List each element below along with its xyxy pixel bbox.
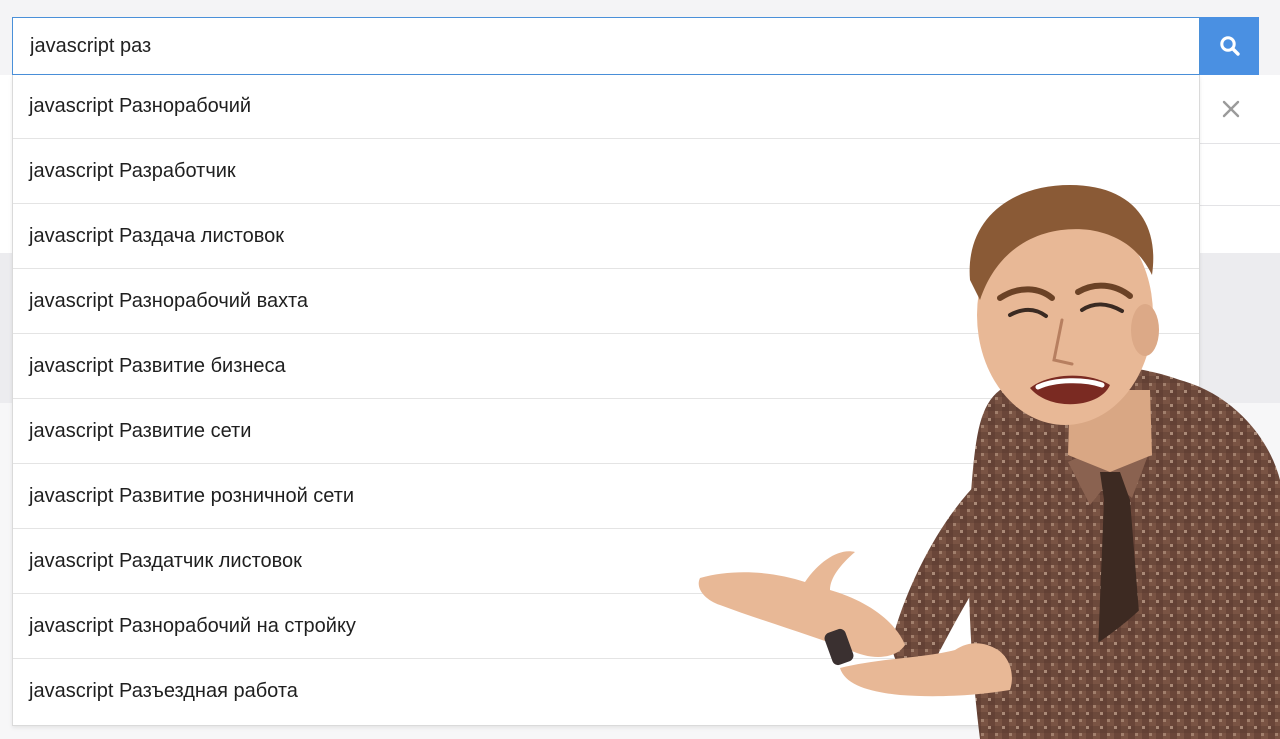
suggestion-item[interactable]: javascript Развитие бизнеса [13, 334, 1199, 399]
search-icon [1219, 36, 1240, 56]
suggestion-item[interactable]: javascript Развитие сети [13, 399, 1199, 464]
close-icon [1222, 100, 1240, 118]
search-input[interactable] [12, 17, 1200, 75]
autocomplete-dropdown: javascript Разнорабочий javascript Разра… [12, 75, 1200, 726]
suggestion-item[interactable]: javascript Разнорабочий на стройку [13, 594, 1199, 659]
suggestion-item[interactable]: javascript Разработчик [13, 139, 1199, 204]
page-background-top [0, 0, 1280, 18]
clear-search-button[interactable] [1217, 95, 1245, 123]
suggestion-item[interactable]: javascript Разнорабочий вахта [13, 269, 1199, 334]
divider-line [1200, 143, 1280, 144]
suggestion-item[interactable]: javascript Разнорабочий [13, 75, 1199, 139]
suggestion-item[interactable]: javascript Раздатчик листовок [13, 529, 1199, 594]
suggestion-item[interactable]: javascript Разъездная работа [13, 659, 1199, 724]
search-button[interactable] [1200, 17, 1259, 75]
divider-line [1200, 205, 1280, 206]
suggestion-item[interactable]: javascript Развитие розничной сети [13, 464, 1199, 529]
suggestion-item[interactable]: javascript Раздача листовок [13, 204, 1199, 269]
